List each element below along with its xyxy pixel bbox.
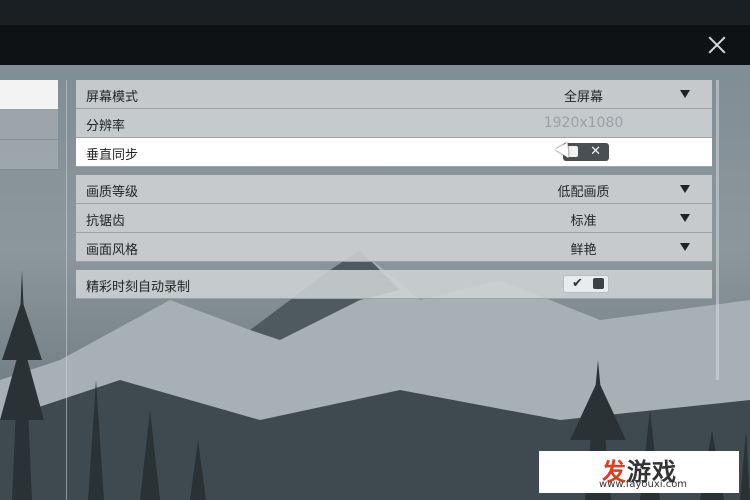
setting-value-disabled: 1920x1080 — [543, 115, 624, 131]
watermark-url: www.fayouxi.com — [599, 479, 688, 490]
setting-label: 垂直同步 — [86, 148, 139, 163]
setting-value[interactable]: 标准 — [476, 210, 696, 229]
setting-value[interactable]: 鲜艳 — [476, 239, 696, 258]
setting-label: 屏幕模式 — [86, 90, 139, 105]
setting-row-resolution: 分辨率 1920x1080 — [76, 109, 712, 138]
setting-row-antialiasing[interactable]: 抗锯齿 标准 — [76, 204, 712, 233]
left-nav-item[interactable] — [0, 140, 58, 170]
watermark: 发游戏 www.fayouxi.com — [539, 451, 739, 493]
setting-label: 画面风格 — [86, 243, 139, 258]
close-icon[interactable] — [706, 34, 728, 56]
setting-row-picture-style[interactable]: 画面风格 鲜艳 — [76, 233, 712, 262]
left-nav — [0, 80, 58, 170]
settings-group-quality: 画质等级 低配画质 抗锯齿 标准 画面风格 鲜艳 — [76, 175, 712, 262]
title-bar — [0, 25, 750, 65]
setting-row-auto-record[interactable]: 精彩时刻自动录制 ✔ — [76, 270, 712, 299]
settings-group-recording: 精彩时刻自动录制 ✔ — [76, 270, 712, 299]
check-icon: ✔ — [572, 276, 583, 291]
toggle-knob — [593, 278, 604, 289]
dropdown-arrow-icon[interactable] — [680, 243, 690, 251]
x-icon: ✕ — [590, 144, 601, 159]
setting-label: 分辨率 — [86, 119, 126, 134]
left-nav-item[interactable] — [0, 110, 58, 140]
setting-label: 抗锯齿 — [86, 214, 126, 229]
auto-record-toggle[interactable]: ✔ — [563, 275, 609, 293]
settings-panel: 屏幕模式 全屏幕 分辨率 1920x1080 垂直同步 ✕ 画质等级 低配画质 … — [76, 80, 712, 307]
setting-label: 精彩时刻自动录制 — [86, 280, 191, 295]
setting-value[interactable]: 全屏幕 — [476, 86, 696, 105]
setting-label: 画质等级 — [86, 185, 139, 200]
setting-row-quality-level[interactable]: 画质等级 低配画质 — [76, 175, 712, 204]
setting-value[interactable]: 低配画质 — [476, 181, 696, 200]
dropdown-arrow-icon[interactable] — [680, 214, 690, 222]
settings-group-display: 屏幕模式 全屏幕 分辨率 1920x1080 垂直同步 ✕ — [76, 80, 712, 167]
divider — [66, 80, 67, 500]
dropdown-arrow-icon[interactable] — [680, 185, 690, 193]
dropdown-arrow-icon[interactable] — [680, 90, 690, 98]
scrollbar[interactable] — [716, 80, 719, 380]
setting-row-screen-mode[interactable]: 屏幕模式 全屏幕 — [76, 80, 712, 109]
left-nav-item-active[interactable] — [0, 80, 58, 110]
setting-row-vsync[interactable]: 垂直同步 ✕ — [76, 138, 712, 167]
